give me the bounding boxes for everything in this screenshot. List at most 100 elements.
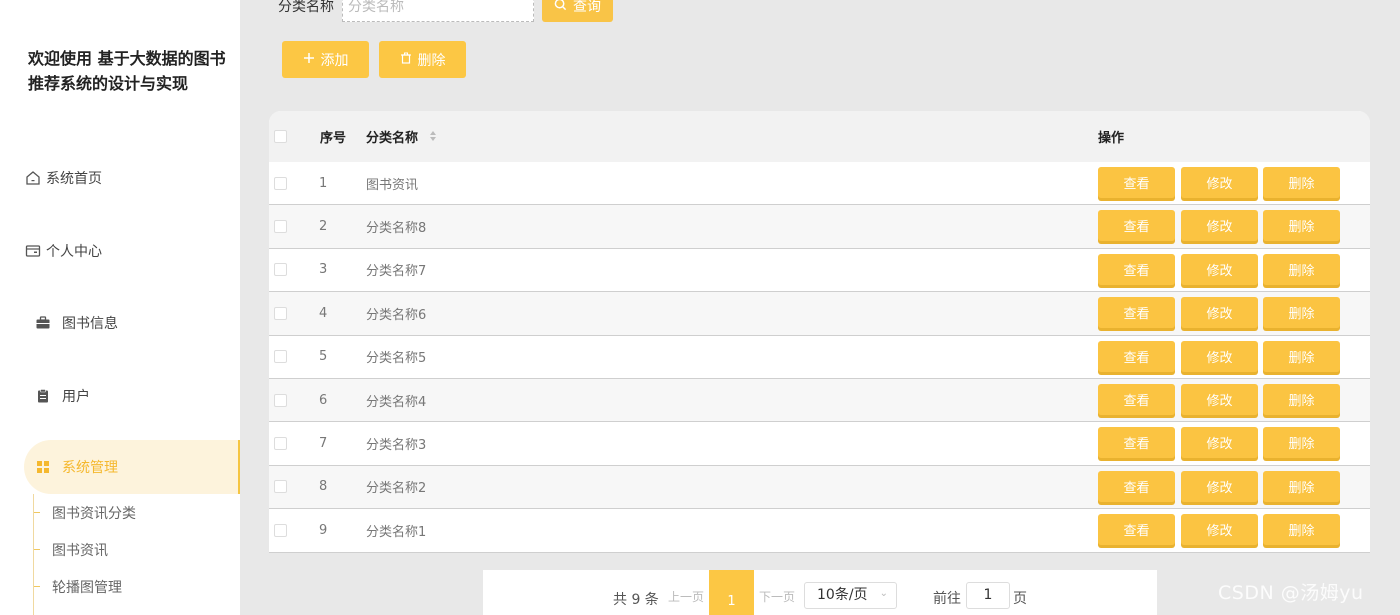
row-name: 图书资讯 bbox=[366, 177, 419, 193]
row-index: 5 bbox=[319, 349, 328, 365]
home-icon bbox=[24, 169, 42, 187]
edit-button[interactable]: 修改 bbox=[1181, 297, 1258, 329]
row-index: 2 bbox=[319, 219, 328, 235]
row-checkbox[interactable] bbox=[274, 220, 287, 234]
row-name: 分类名称5 bbox=[366, 351, 427, 367]
row-delete-button[interactable]: 删除 bbox=[1263, 253, 1340, 285]
row-index: 8 bbox=[319, 479, 328, 495]
table-header: 序号 分类名称 操作 bbox=[269, 111, 1370, 162]
search-button[interactable]: 查询 bbox=[542, 0, 613, 22]
table-row: 2 分类名称8 查看 修改 删除 bbox=[269, 205, 1370, 249]
view-button[interactable]: 查看 bbox=[1098, 383, 1175, 415]
pagination-total: 共 9 条 bbox=[613, 592, 659, 608]
row-delete-button[interactable]: 删除 bbox=[1263, 514, 1340, 546]
pagination-current-page[interactable]: 1 bbox=[709, 570, 754, 615]
sidebar-item-label: 个人中心 bbox=[46, 244, 102, 260]
briefcase-icon bbox=[34, 314, 52, 332]
page-size-value: 10条/页 bbox=[817, 587, 868, 603]
row-delete-button[interactable]: 删除 bbox=[1263, 167, 1340, 198]
row-name: 分类名称4 bbox=[366, 394, 427, 410]
row-index: 3 bbox=[319, 262, 328, 278]
view-button[interactable]: 查看 bbox=[1098, 297, 1175, 329]
row-index: 9 bbox=[319, 522, 328, 538]
goto-page-input[interactable]: 1 bbox=[966, 582, 1010, 609]
row-name: 分类名称8 bbox=[366, 221, 427, 237]
row-checkbox[interactable] bbox=[274, 263, 287, 277]
sidebar-item-personal[interactable]: 个人中心 bbox=[24, 224, 240, 278]
view-button[interactable]: 查看 bbox=[1098, 253, 1175, 285]
edit-button[interactable]: 修改 bbox=[1181, 514, 1258, 546]
submenu-item-book-news[interactable]: 图书资讯 bbox=[34, 531, 136, 568]
row-index: 7 bbox=[319, 436, 328, 452]
row-checkbox[interactable] bbox=[274, 350, 287, 364]
edit-button[interactable]: 修改 bbox=[1181, 210, 1258, 242]
pagination-next[interactable]: 下一页 bbox=[759, 588, 795, 605]
edit-button[interactable]: 修改 bbox=[1181, 253, 1258, 285]
row-checkbox[interactable] bbox=[274, 176, 287, 190]
view-button[interactable]: 查看 bbox=[1098, 210, 1175, 242]
submenu-item-carousel[interactable]: 轮播图管理 bbox=[34, 568, 136, 605]
view-button[interactable]: 查看 bbox=[1098, 514, 1175, 546]
search-icon bbox=[554, 0, 567, 15]
table-body: 1 图书资讯 查看 修改 删除 2 分类名称8 查看 修改 删除 3 分类名称7 查看 修改 删除 4 分类名称… bbox=[269, 162, 1370, 553]
search-button-label: 查询 bbox=[573, 0, 601, 15]
row-index: 4 bbox=[319, 305, 328, 321]
page-size-select[interactable]: 10条/页 ⌄ bbox=[804, 582, 897, 609]
row-delete-button[interactable]: 删除 bbox=[1263, 340, 1340, 372]
table-row: 6 分类名称4 查看 修改 删除 bbox=[269, 378, 1370, 423]
sidebar-item-label: 图书信息 bbox=[62, 316, 118, 332]
search-input[interactable] bbox=[342, 0, 534, 22]
sidebar-item-user[interactable]: 用户 bbox=[24, 369, 240, 423]
pagination-prev[interactable]: 上一页 bbox=[668, 588, 704, 605]
sidebar-item-label: 系统管理 bbox=[62, 460, 118, 476]
view-button[interactable]: 查看 bbox=[1098, 427, 1175, 459]
view-button[interactable]: 查看 bbox=[1098, 167, 1175, 198]
row-checkbox[interactable] bbox=[274, 393, 287, 407]
add-button[interactable]: 添加 bbox=[282, 41, 369, 78]
sidebar-item-book-info[interactable]: 图书信息 bbox=[24, 296, 240, 350]
table-row: 1 图书资讯 查看 修改 删除 bbox=[269, 162, 1370, 206]
row-delete-button[interactable]: 删除 bbox=[1263, 427, 1340, 459]
select-all-checkbox[interactable] bbox=[274, 130, 287, 143]
row-name: 分类名称1 bbox=[366, 524, 427, 540]
search-label: 分类名称 bbox=[278, 0, 334, 15]
row-checkbox[interactable] bbox=[274, 480, 287, 494]
row-checkbox[interactable] bbox=[274, 437, 287, 451]
table-row: 9 分类名称1 查看 修改 删除 bbox=[269, 509, 1370, 553]
trash-icon bbox=[400, 52, 412, 68]
row-checkbox[interactable] bbox=[274, 306, 287, 320]
row-index: 1 bbox=[319, 175, 328, 191]
wallet-icon bbox=[24, 242, 42, 260]
submenu-item-book-news-category[interactable]: 图书资讯分类 bbox=[34, 494, 136, 531]
edit-button[interactable]: 修改 bbox=[1181, 383, 1258, 415]
edit-button[interactable]: 修改 bbox=[1181, 340, 1258, 372]
grid-icon bbox=[34, 458, 52, 476]
row-delete-button[interactable]: 删除 bbox=[1263, 210, 1340, 242]
sidebar-item-system-management[interactable]: 系统管理 bbox=[24, 440, 240, 494]
row-checkbox[interactable] bbox=[274, 523, 287, 537]
header-name-label: 分类名称 bbox=[366, 130, 419, 146]
edit-button[interactable]: 修改 bbox=[1181, 470, 1258, 502]
submenu: 图书资讯分类 图书资讯 轮播图管理 bbox=[33, 494, 136, 615]
table-row: 3 分类名称7 查看 修改 删除 bbox=[269, 249, 1370, 293]
row-delete-button[interactable]: 删除 bbox=[1263, 470, 1340, 502]
table-row: 7 分类名称3 查看 修改 删除 bbox=[269, 422, 1370, 466]
goto-label: 前往 bbox=[933, 591, 961, 607]
sort-icon[interactable] bbox=[429, 130, 437, 146]
pagination: 共 9 条 上一页 1 下一页 10条/页 ⌄ 前往 1 页 bbox=[483, 570, 1157, 615]
header-name[interactable]: 分类名称 bbox=[366, 127, 437, 147]
header-ops: 操作 bbox=[1098, 131, 1125, 146]
delete-button[interactable]: 删除 bbox=[379, 41, 466, 78]
data-table: 序号 分类名称 操作 1 图书资讯 查看 修改 删除 2 分类名称8 查看 修改 删除 3 分类名称7… bbox=[269, 111, 1370, 553]
row-delete-button[interactable]: 删除 bbox=[1263, 297, 1340, 329]
view-button[interactable]: 查看 bbox=[1098, 470, 1175, 502]
row-delete-button[interactable]: 删除 bbox=[1263, 383, 1340, 415]
sidebar-item-label: 用户 bbox=[62, 389, 90, 405]
header-index: 序号 bbox=[320, 131, 347, 146]
sidebar-item-home[interactable]: 系统首页 bbox=[24, 151, 240, 205]
edit-button[interactable]: 修改 bbox=[1181, 427, 1258, 459]
edit-button[interactable]: 修改 bbox=[1181, 167, 1258, 198]
row-name: 分类名称6 bbox=[366, 307, 427, 323]
clipboard-icon bbox=[34, 387, 52, 405]
view-button[interactable]: 查看 bbox=[1098, 340, 1175, 372]
